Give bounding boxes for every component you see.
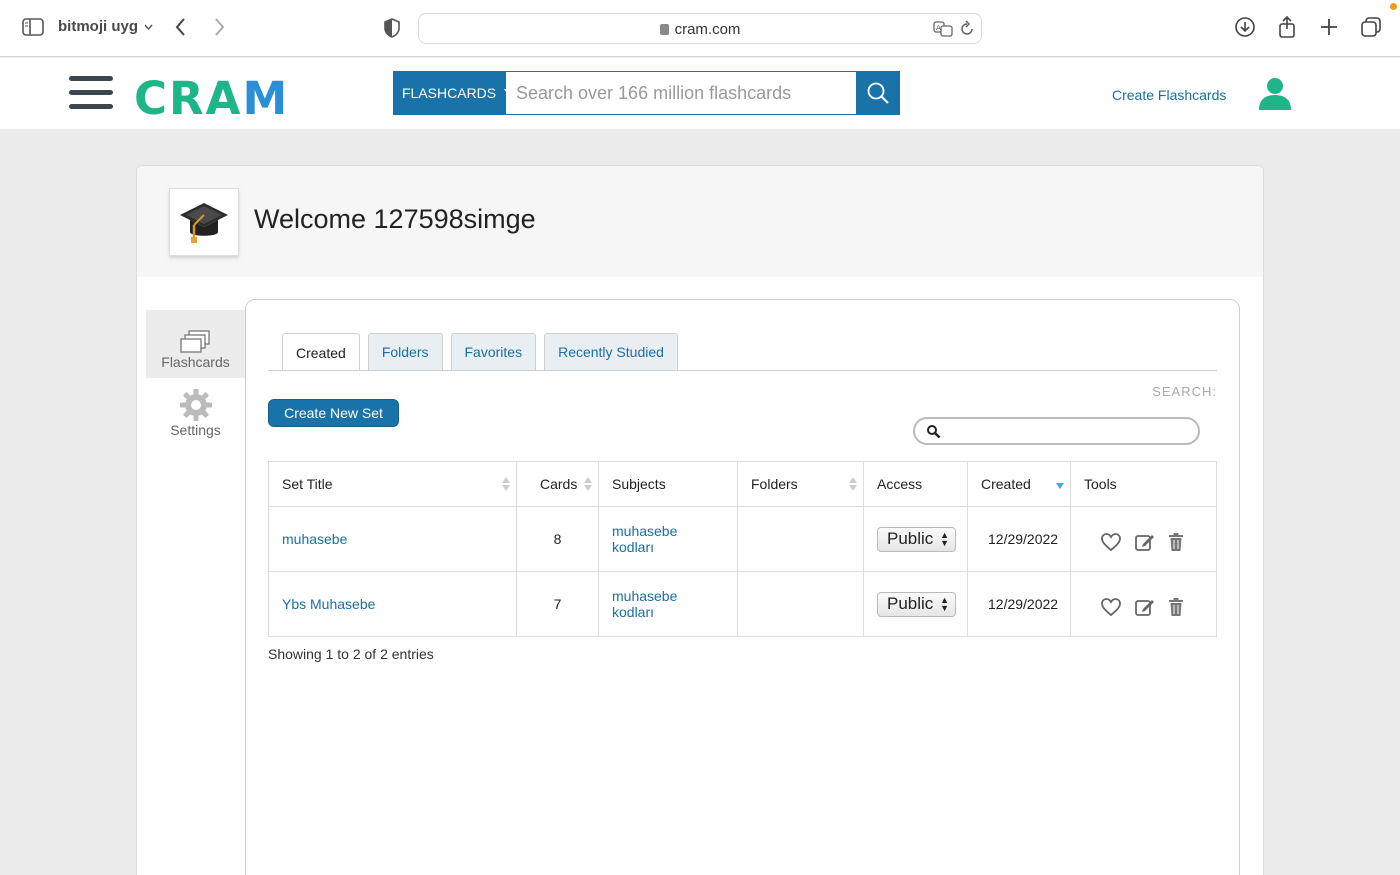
set-title-link[interactable]: muhasebe xyxy=(282,531,347,547)
sort-icon xyxy=(502,477,510,493)
privacy-shield-icon[interactable] xyxy=(383,18,401,38)
tab-created[interactable]: Created xyxy=(282,333,360,371)
address-bar[interactable]: cram.com A xyxy=(418,13,982,44)
column-header-tools: Tools xyxy=(1070,461,1217,507)
table-header-row: Set Title Cards Subjects Folders Access … xyxy=(268,461,1217,507)
sort-icon xyxy=(584,477,592,493)
select-arrows-icon: ▲ ▼ xyxy=(940,595,949,613)
table-info: Showing 1 to 2 of 2 entries xyxy=(268,646,434,662)
created-date: 12/29/2022 xyxy=(967,571,1071,637)
translate-icon[interactable]: A xyxy=(933,20,953,38)
search-type-label: FLASHCARDS xyxy=(402,85,497,101)
created-date: 12/29/2022 xyxy=(967,506,1071,572)
tab-group-selector[interactable]: bitmoji uyg xyxy=(58,18,153,35)
column-header-set-title[interactable]: Set Title xyxy=(268,461,517,507)
sets-panel: Created Folders Favorites Recently Studi… xyxy=(245,299,1240,875)
search-input[interactable]: Search over 166 million flashcards xyxy=(506,71,856,115)
access-select[interactable]: Public ▲ ▼ xyxy=(877,526,956,552)
table-search-input[interactable] xyxy=(913,417,1200,445)
side-menu: Flashcards Settings xyxy=(146,310,246,446)
favorite-heart-icon[interactable] xyxy=(1100,597,1122,617)
sort-icon xyxy=(849,477,857,493)
favorite-heart-icon[interactable] xyxy=(1100,532,1122,552)
cram-logo[interactable]: CRAM xyxy=(134,72,289,125)
create-flashcards-link[interactable]: Create Flashcards xyxy=(1112,87,1226,103)
table-row: muhasebe 8 muhasebe kodları Public ▲ ▼ 12/2… xyxy=(268,506,1217,572)
sidebar-item-settings[interactable]: Settings xyxy=(146,378,245,446)
profile-picture[interactable] xyxy=(169,188,239,256)
search-button[interactable] xyxy=(856,71,900,115)
tab-divider xyxy=(268,370,1217,371)
access-select[interactable]: Public ▲ ▼ xyxy=(877,591,956,617)
new-tab-icon[interactable] xyxy=(1318,16,1340,38)
download-icon[interactable] xyxy=(1234,16,1256,38)
welcome-heading: Welcome 127598simge xyxy=(254,204,536,234)
sets-tabs: Created Folders Favorites Recently Studi… xyxy=(282,333,678,371)
search-type-dropdown[interactable]: FLASHCARDS xyxy=(393,71,517,115)
search-icon xyxy=(867,82,889,104)
sidebar-item-flashcards[interactable]: Flashcards xyxy=(146,310,245,378)
tab-favorites[interactable]: Favorites xyxy=(450,333,537,370)
column-header-cards[interactable]: Cards xyxy=(516,461,599,507)
column-header-subjects: Subjects xyxy=(598,461,738,507)
url-text: cram.com xyxy=(419,21,981,38)
flashcards-icon xyxy=(179,330,210,353)
sidebar-toggle-icon[interactable] xyxy=(22,18,44,36)
site-header: CRAM FLASHCARDS Search over 166 million … xyxy=(0,58,1400,129)
sidebar-item-label: Flashcards xyxy=(161,354,230,370)
sets-table: Set Title Cards Subjects Folders Access … xyxy=(268,461,1217,637)
welcome-band: Welcome 127598simge xyxy=(137,166,1263,277)
table-row: Ybs Muhasebe 7 muhasebe kodları Public ▲ ▼ … xyxy=(268,571,1217,637)
trash-icon[interactable] xyxy=(1168,532,1184,552)
column-header-folders[interactable]: Folders xyxy=(737,461,864,507)
set-title-link[interactable]: Ybs Muhasebe xyxy=(282,596,375,612)
chevron-down-icon xyxy=(144,24,153,30)
reload-icon[interactable] xyxy=(959,20,975,38)
column-header-created[interactable]: Created xyxy=(967,461,1071,507)
tab-recently-studied[interactable]: Recently Studied xyxy=(544,333,678,370)
trash-icon[interactable] xyxy=(1168,597,1184,617)
graduation-cap-icon xyxy=(180,203,228,243)
tab-folders[interactable]: Folders xyxy=(367,333,443,370)
forward-icon[interactable] xyxy=(210,16,228,38)
tab-overview-icon[interactable] xyxy=(1360,16,1382,38)
site-search: FLASHCARDS Search over 166 million flash… xyxy=(393,71,900,115)
folders-cell xyxy=(737,571,864,637)
subject-link[interactable]: muhasebe kodları xyxy=(612,588,677,620)
sidebar-item-label: Settings xyxy=(170,422,221,438)
tab-group-label: bitmoji uyg xyxy=(58,18,138,35)
browser-toolbar: bitmoji uyg cram.com A xyxy=(0,0,1400,57)
search-icon xyxy=(927,425,941,439)
card-count: 8 xyxy=(516,506,599,572)
folders-cell xyxy=(737,506,864,572)
lock-icon xyxy=(659,24,669,35)
table-search-label: SEARCH: xyxy=(1152,384,1217,399)
sort-desc-icon xyxy=(1056,483,1064,499)
edit-icon[interactable] xyxy=(1134,597,1156,617)
select-arrows-icon: ▲ ▼ xyxy=(940,530,949,548)
svg-text:A: A xyxy=(936,24,941,32)
column-header-access: Access xyxy=(863,461,968,507)
back-icon[interactable] xyxy=(172,16,190,38)
subject-link[interactable]: muhasebe kodları xyxy=(612,523,677,555)
notification-dot xyxy=(1390,3,1397,10)
dashboard-card: Welcome 127598simge Flashcards Settings … xyxy=(136,165,1264,875)
create-new-set-button[interactable]: Create New Set xyxy=(268,399,399,427)
user-account-icon[interactable] xyxy=(1257,76,1293,110)
edit-icon[interactable] xyxy=(1134,532,1156,552)
share-icon[interactable] xyxy=(1276,16,1298,38)
menu-icon[interactable] xyxy=(69,76,113,110)
gear-icon xyxy=(179,389,212,421)
card-count: 7 xyxy=(516,571,599,637)
